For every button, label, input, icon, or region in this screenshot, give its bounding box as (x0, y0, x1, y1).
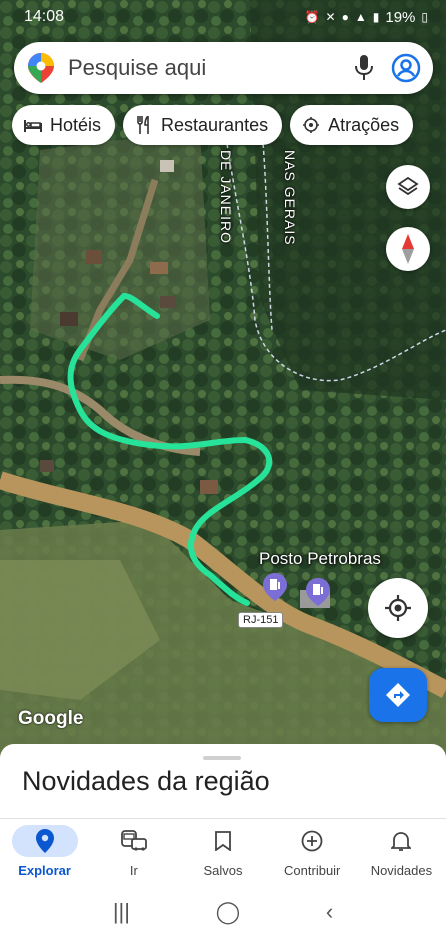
battery-percent: 19% (385, 8, 416, 26)
recent-apps-icon[interactable]: ||| (113, 899, 130, 925)
layers-icon (397, 176, 419, 196)
status-bar: 14:08 ⏰ ✕ ● ▲ ▮ 19% ▯ (0, 0, 446, 34)
nav-label: Explorar (18, 863, 71, 878)
category-chips: Hotéis Restaurantes Atrações (12, 105, 414, 145)
nav-saved[interactable]: Salvos (178, 819, 267, 884)
compass-icon (402, 234, 414, 264)
nav-label: Ir (129, 863, 138, 878)
chip-attractions[interactable]: Atrações (290, 105, 414, 145)
commute-icon (101, 825, 167, 857)
nav-contribute[interactable]: Contribuir (268, 819, 357, 884)
battery-icon: ▯ (421, 10, 428, 24)
chip-restaurants[interactable]: Restaurantes (123, 105, 283, 145)
gas-station-pin-icon[interactable] (263, 573, 287, 601)
state-label-rio-de-janeiro: DE JANEIRO (218, 150, 234, 245)
system-navigation-bar: ||| ◯ ‹ (0, 884, 446, 940)
add-circle-icon (279, 825, 345, 857)
nav-updates[interactable]: Novidades (357, 819, 446, 884)
nav-go[interactable]: Ir (89, 819, 178, 884)
directions-button[interactable] (369, 668, 427, 722)
search-input[interactable]: Pesquise aqui (68, 55, 349, 81)
sheet-title: Novidades da região (22, 766, 270, 796)
google-logo: Google (18, 708, 84, 729)
poi-label-posto-petrobras[interactable]: Posto Petrobras (259, 549, 381, 569)
chip-label: Restaurantes (161, 114, 269, 135)
chip-hotels[interactable]: Hotéis (12, 105, 116, 145)
chip-label: Atrações (328, 114, 400, 135)
directions-icon (386, 683, 410, 707)
gas-station-pin-icon[interactable] (306, 578, 330, 606)
my-location-button[interactable] (368, 578, 428, 638)
state-label-minas-gerais: NAS GERAIS (282, 150, 298, 246)
compass-button[interactable] (386, 227, 430, 271)
microphone-icon[interactable] (349, 53, 379, 83)
road-shield: RJ-151 (238, 612, 284, 628)
search-bar[interactable]: Pesquise aqui (14, 42, 433, 94)
mute-icon: ✕ (325, 10, 336, 24)
restaurant-icon (135, 116, 153, 134)
back-icon[interactable]: ‹ (326, 899, 333, 925)
status-time: 14:08 (24, 8, 65, 25)
nav-label: Salvos (203, 863, 243, 878)
bookmark-icon (190, 825, 256, 857)
bed-icon (24, 116, 42, 134)
alarm-icon: ⏰ (304, 10, 320, 24)
nav-explore[interactable]: Explorar (0, 819, 89, 884)
home-icon[interactable]: ◯ (216, 899, 241, 925)
location-icon: ● (341, 10, 349, 24)
layers-button[interactable] (386, 165, 430, 209)
nav-label: Novidades (370, 863, 433, 878)
attractions-icon (302, 116, 320, 134)
status-icons: ⏰ ✕ ● ▲ ▮ 19% ▯ (305, 9, 428, 26)
explore-pin-icon (11, 825, 78, 857)
account-avatar-icon[interactable] (391, 53, 421, 83)
chip-label: Hotéis (50, 114, 102, 135)
maps-pin-logo-icon (28, 53, 54, 83)
bottom-sheet[interactable]: Novidades da região (0, 744, 446, 824)
sheet-drag-handle[interactable] (203, 756, 241, 760)
wifi-icon: ▲ (354, 10, 367, 24)
nav-label: Contribuir (284, 863, 341, 878)
bell-icon (368, 825, 434, 857)
bottom-navigation: Explorar Ir Salvos Contribuir Novidades (0, 818, 446, 884)
signal-icon: ▮ (372, 10, 380, 24)
crosshair-icon (385, 595, 411, 621)
